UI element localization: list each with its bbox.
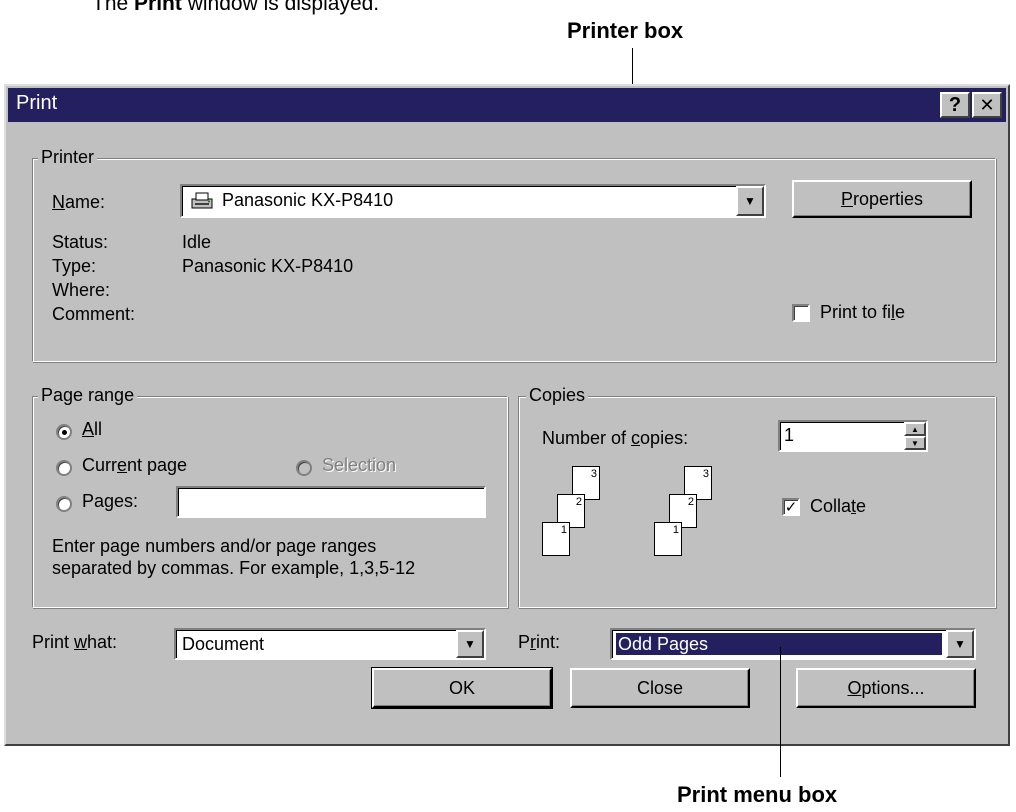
options-button[interactable]: Options... — [796, 668, 976, 708]
callout-printer-box: Printer box — [567, 18, 684, 43]
current-page-label: Current page — [82, 455, 188, 475]
titlebar[interactable]: Print ? ✕ — [8, 88, 1006, 122]
callout-print-menu-line — [780, 647, 781, 777]
copies-spinner[interactable]: 1 ▲ ▼ — [778, 420, 928, 452]
printer-name-value: Panasonic KX-P8410 — [222, 190, 394, 210]
selection-label: Selection — [322, 455, 397, 475]
page-sheet: 1 — [542, 522, 570, 556]
page-range-hint-1: Enter page numbers and/or page ranges — [52, 536, 377, 556]
ok-button[interactable]: OK — [371, 667, 553, 709]
copies-legend: Copies — [526, 385, 589, 406]
print-label: Print: — [518, 632, 561, 652]
number-of-copies-label: Number of copies: — [542, 428, 689, 448]
name-label: Name: — [52, 192, 106, 212]
comment-label: Comment: — [52, 304, 136, 324]
radio-selection — [296, 460, 312, 476]
radio-all[interactable] — [56, 424, 72, 440]
collate-illustration-1: 3 2 1 — [542, 466, 632, 576]
collate-label: Collate — [810, 496, 867, 516]
print-to-file-label: Print to file — [820, 302, 906, 322]
check-icon: ✓ — [784, 498, 798, 516]
print-to-file-checkbox[interactable] — [792, 304, 810, 322]
options-label-initial: O — [847, 677, 862, 698]
print-selected-highlight: Odd Pages — [615, 632, 943, 656]
copies-value: 1 — [784, 425, 795, 445]
collate-illustration-2: 3 2 1 — [654, 466, 744, 576]
collate-checkbox[interactable]: ✓ — [782, 498, 800, 516]
close-icon[interactable]: ✕ — [972, 92, 1002, 118]
print-what-value: Document — [182, 634, 265, 654]
pages-input[interactable] — [176, 486, 486, 518]
window-title: Print — [16, 92, 58, 114]
status-label: Status: — [52, 232, 109, 252]
pages-label: Pages: — [82, 491, 139, 511]
print-select[interactable]: Odd Pages ▼ — [610, 628, 976, 660]
printer-legend: Printer — [38, 147, 98, 168]
page-range-legend: Page range — [38, 385, 138, 406]
all-label: All — [82, 419, 103, 439]
properties-label-initial: P — [840, 188, 853, 209]
close-button[interactable]: Close — [570, 668, 750, 708]
dropdown-arrow-icon[interactable]: ▼ — [456, 630, 484, 658]
spinner-up-icon[interactable]: ▲ — [904, 422, 926, 436]
help-icon[interactable]: ? — [940, 92, 970, 118]
intro-sentence: The Print window is displayed. — [92, 0, 380, 15]
printer-name-select[interactable]: Panasonic KX-P8410 ▼ — [180, 184, 766, 218]
print-what-select[interactable]: Document ▼ — [174, 628, 486, 660]
status-value: Idle — [182, 232, 212, 252]
options-label: ptions... — [861, 677, 925, 698]
type-value: Panasonic KX-P8410 — [182, 256, 354, 276]
radio-current-page[interactable] — [56, 460, 72, 476]
radio-pages[interactable] — [56, 496, 72, 512]
callout-print-menu-box: Print menu box — [677, 782, 838, 807]
dropdown-arrow-icon[interactable]: ▼ — [946, 630, 974, 658]
page-sheet: 1 — [654, 522, 682, 556]
properties-button[interactable]: Properties — [792, 180, 972, 218]
type-label: Type: — [52, 256, 97, 276]
where-label: Where: — [52, 280, 111, 300]
page-range-hint-2: separated by commas. For example, 1,3,5-… — [52, 558, 416, 578]
print-value: Odd Pages — [618, 634, 709, 654]
printer-icon — [190, 191, 213, 209]
print-what-label: Print what: — [32, 632, 118, 652]
spinner-down-icon[interactable]: ▼ — [904, 436, 926, 450]
properties-label: roperties — [852, 188, 924, 209]
dropdown-arrow-icon[interactable]: ▼ — [736, 186, 764, 216]
print-dialog: Print ? ✕ Printer Name: Panasonic KX-P84… — [4, 84, 1010, 746]
